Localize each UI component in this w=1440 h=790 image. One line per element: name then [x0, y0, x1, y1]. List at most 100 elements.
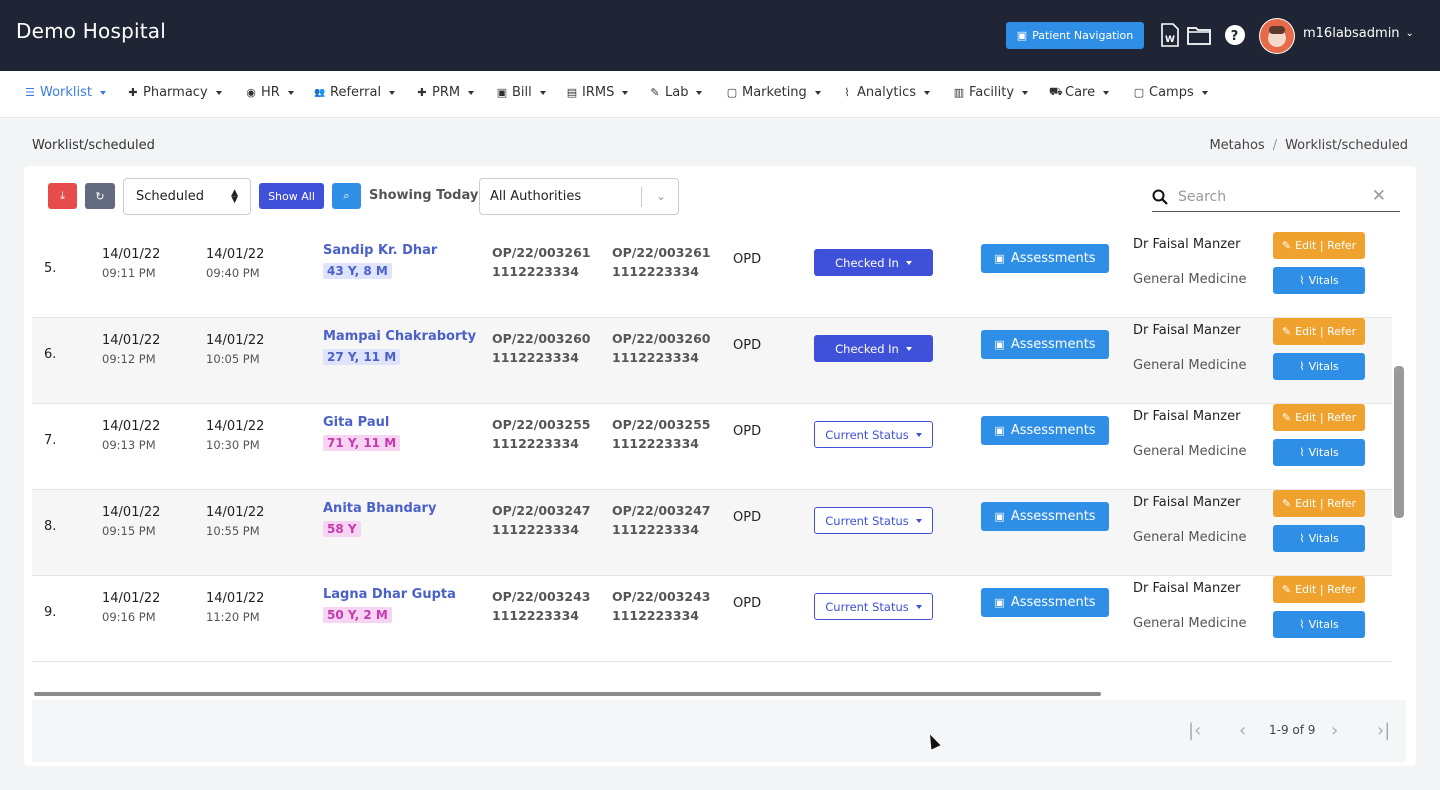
assessments-button[interactable]: ▣ Assessments [981, 330, 1109, 359]
nav-camps[interactable]: ▢ Camps [1133, 85, 1208, 100]
patient-name[interactable]: Anita Bhandary [323, 501, 436, 516]
nav-label: Lab [665, 85, 689, 100]
caret-down-icon [905, 260, 912, 265]
first-page-icon[interactable]: |‹ [1188, 720, 1201, 741]
op-id: OP/22/003255 [612, 417, 711, 432]
scheduled-datetime: 14/01/22 09:11 PM [102, 245, 160, 283]
scheduled-time: 09:16 PM [102, 610, 156, 624]
chevron-down-icon: ⌄ [655, 189, 666, 203]
heartbeat-icon: ⌇ [1299, 532, 1305, 545]
nav-label: Referral [330, 85, 382, 100]
status-dropdown[interactable]: Checked In [814, 335, 933, 362]
nav-care[interactable]: ⛟ Care [1049, 85, 1110, 100]
authorities-value: All Authorities [490, 189, 582, 204]
assessments-button[interactable]: ▣ Assessments [981, 416, 1109, 445]
search-button[interactable]: ⌕ [332, 183, 361, 209]
edit-icon: ✎ [1281, 411, 1292, 424]
avatar[interactable] [1259, 18, 1295, 54]
search-input[interactable] [1178, 188, 1358, 205]
nav-worklist[interactable]: ☰ Worklist [24, 85, 107, 100]
op-number: OP/22/003255 1112223334 [492, 415, 591, 453]
patient-name[interactable]: Gita Paul [323, 415, 389, 430]
nav-prm[interactable]: ✚ PRM [416, 85, 475, 100]
assessments-button[interactable]: ▣ Assessments [981, 244, 1109, 273]
vitals-button[interactable]: ⌇ Vitals [1273, 439, 1365, 466]
nav-bill[interactable]: ▣ Bill [496, 85, 546, 100]
nav-pharmacy[interactable]: ✚ Pharmacy [127, 85, 222, 100]
patient-age-badge: 43 Y, 8 M [323, 263, 392, 279]
vitals-label: Vitals [1308, 446, 1339, 459]
scheduled-date: 14/01/22 [102, 505, 161, 520]
patient-name[interactable]: Sandip Kr. Dhar [323, 243, 437, 258]
row-index: 8. [44, 519, 57, 534]
assessments-button[interactable]: ▣ Assessments [981, 502, 1109, 531]
breadcrumb-metahos[interactable]: Metahos [1209, 138, 1264, 153]
briefcase-icon: ▢ [726, 86, 738, 99]
op-number: OP/22/003243 1112223334 [492, 587, 591, 625]
edit-icon: ✎ [1281, 325, 1292, 338]
visit-type: OPD [733, 510, 762, 525]
last-page-icon[interactable]: ›| [1377, 720, 1390, 741]
patient-name[interactable]: Lagna Dhar Gupta [323, 587, 456, 602]
edit-refer-button[interactable]: ✎ Edit | Refer [1273, 318, 1365, 345]
op-id: OP/22/003247 [612, 503, 711, 518]
word-document-icon[interactable]: W [1158, 23, 1182, 47]
patient-navigation-button[interactable]: ▣ Patient Navigation [1006, 22, 1144, 49]
phone-number: 1112223334 [612, 608, 699, 623]
status-label: Checked In [835, 255, 899, 270]
patient-name[interactable]: Mampai Chakraborty [323, 329, 476, 344]
edit-refer-button[interactable]: ✎ Edit | Refer [1273, 576, 1365, 603]
show-all-button[interactable]: Show All [259, 183, 324, 209]
status-dropdown[interactable]: Current Status [814, 593, 933, 620]
close-icon[interactable]: ✕ [1372, 186, 1386, 206]
vitals-button[interactable]: ⌇ Vitals [1273, 353, 1365, 380]
caret-down-icon [915, 432, 922, 437]
authorities-select[interactable]: All Authorities ⌄ [479, 178, 679, 215]
next-page-icon[interactable]: › [1331, 720, 1338, 741]
edit-refer-button[interactable]: ✎ Edit | Refer [1273, 490, 1365, 517]
nav-label: Pharmacy [143, 85, 208, 100]
vitals-button[interactable]: ⌇ Vitals [1273, 611, 1365, 638]
refresh-button[interactable]: ↻ [85, 183, 115, 209]
table-row: 5. 14/01/22 09:11 PM 14/01/22 09:40 PM S… [32, 232, 1392, 318]
page-title: Worklist/scheduled [32, 138, 155, 153]
nav-lab[interactable]: ✎ Lab [649, 85, 703, 100]
caret-down-icon [915, 518, 922, 523]
nav-referral[interactable]: 👥 Referral [314, 85, 396, 100]
vertical-scrollbar[interactable] [1394, 366, 1404, 518]
search-icon: ⌕ [343, 189, 350, 202]
user-menu[interactable]: m16labsadmin ⌄ [1303, 26, 1414, 41]
doctor-name: Dr Faisal Manzer [1133, 323, 1241, 338]
row-index: 9. [44, 605, 57, 620]
appointment-date: 14/01/22 [206, 419, 265, 434]
phone-number: 1112223334 [612, 350, 699, 365]
plus-icon: ✚ [128, 86, 138, 99]
edit-refer-button[interactable]: ✎ Edit | Refer [1273, 404, 1365, 431]
vitals-button[interactable]: ⌇ Vitals [1273, 267, 1365, 294]
nav-irms[interactable]: ▤ IRMS [566, 85, 629, 100]
vitals-button[interactable]: ⌇ Vitals [1273, 525, 1365, 552]
status-dropdown[interactable]: Current Status [814, 421, 933, 448]
scheduled-date: 14/01/22 [102, 333, 161, 348]
status-dropdown[interactable]: Checked In [814, 249, 933, 276]
scheduled-date: 14/01/22 [102, 419, 161, 434]
worklist-card: ⤓ ↻ Scheduled ▲ ▼ Show All ⌕ Showing Toda… [24, 166, 1416, 766]
help-icon[interactable]: ? [1223, 23, 1247, 47]
status-dropdown[interactable]: Current Status [814, 507, 933, 534]
doctor-name: Dr Faisal Manzer [1133, 237, 1241, 252]
download-button[interactable]: ⤓ [48, 183, 77, 209]
table-row: 6. 14/01/22 09:12 PM 14/01/22 10:05 PM M… [32, 318, 1392, 404]
nav-facility[interactable]: ▥ Facility [953, 85, 1029, 100]
prev-page-icon[interactable]: ‹ [1239, 720, 1246, 741]
folder-icon[interactable] [1187, 23, 1211, 47]
nav-hr[interactable]: ◉ HR [245, 85, 294, 100]
patient-age-badge: 27 Y, 11 M [323, 349, 401, 365]
edit-refer-button[interactable]: ✎ Edit | Refer [1273, 232, 1365, 259]
op-number-secondary: OP/22/003261 1112223334 [612, 243, 711, 281]
schedule-select[interactable]: Scheduled ▲ ▼ [123, 178, 251, 215]
nav-analytics[interactable]: ⌇ Analytics [841, 85, 931, 100]
assessments-button[interactable]: ▣ Assessments [981, 588, 1109, 617]
nav-marketing[interactable]: ▢ Marketing [726, 85, 821, 100]
caret-down-icon [905, 346, 912, 351]
horizontal-scrollbar[interactable] [34, 692, 1101, 696]
